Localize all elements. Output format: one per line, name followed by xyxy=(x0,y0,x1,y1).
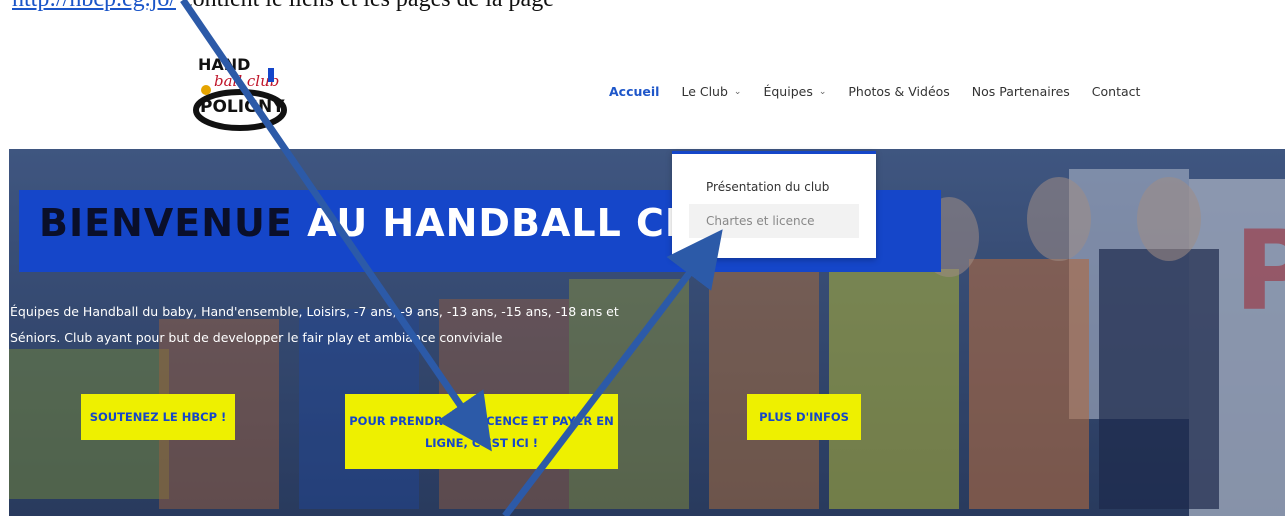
dropdown-item-presentation[interactable]: Présentation du club xyxy=(689,170,859,204)
site-header: HAND ball club POLIGNY Accueil Le Club ⌄ … xyxy=(0,40,1285,149)
top-note-text: contient le liens et les pages de la pag… xyxy=(182,0,554,12)
chevron-down-icon: ⌄ xyxy=(733,86,742,97)
nav-item-photos-videos[interactable]: Photos & Vidéos xyxy=(848,84,949,99)
more-info-button[interactable]: PLUS D'INFOS xyxy=(747,394,861,440)
main-nav: Accueil Le Club ⌄ Équipes ⌄ Photos & Vidéo… xyxy=(609,84,1162,99)
hero-section: PA BIENVENUE AU HANDBALL CLUB DE Équipes… xyxy=(9,149,1285,516)
licence-payment-button[interactable]: POUR PRENDRE TA LICENCE ET PAYER EN LIGN… xyxy=(345,394,618,469)
le-club-dropdown-menu: Présentation du club Chartes et licence xyxy=(672,151,876,258)
nav-item-contact[interactable]: Contact xyxy=(1092,84,1141,99)
top-note-link[interactable]: http://hbcp.eg.jo/ xyxy=(12,0,176,12)
logo-line-3: POLIGNY xyxy=(200,97,285,117)
support-button[interactable]: SOUTENEZ LE HBCP ! xyxy=(81,394,235,440)
dropdown-item-chartes-licence[interactable]: Chartes et licence xyxy=(689,204,859,238)
club-logo[interactable]: HAND ball club POLIGNY xyxy=(190,50,290,134)
nav-item-accueil[interactable]: Accueil xyxy=(609,84,659,99)
hero-title-dark: BIENVENUE xyxy=(39,201,293,245)
nav-item-le-club[interactable]: Le Club ⌄ xyxy=(681,84,741,99)
nav-item-nos-partenaires[interactable]: Nos Partenaires xyxy=(972,84,1070,99)
chevron-down-icon: ⌄ xyxy=(818,86,827,97)
hero-description: Équipes de Handball du baby, Hand'ensemb… xyxy=(10,304,619,345)
nav-item-equipes[interactable]: Équipes ⌄ xyxy=(763,84,826,99)
top-note: http://hbcp.eg.jo/ contient le liens et … xyxy=(12,0,554,13)
